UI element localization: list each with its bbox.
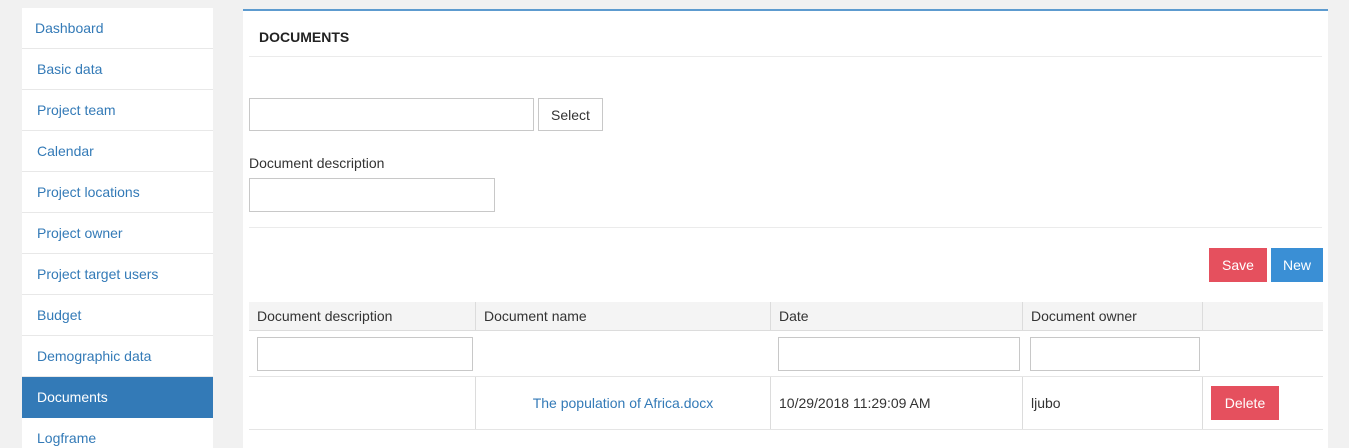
- form-divider: [249, 227, 1322, 228]
- table-row: The population of Africa.docx 10/29/2018…: [249, 377, 1323, 430]
- sidebar-item-basic-data[interactable]: Basic data: [22, 49, 213, 90]
- sidebar-item-project-locations[interactable]: Project locations: [22, 172, 213, 213]
- sidebar-item-demographic-data[interactable]: Demographic data: [22, 336, 213, 377]
- delete-button[interactable]: Delete: [1211, 386, 1279, 420]
- column-header-date[interactable]: Date: [770, 302, 1022, 330]
- file-path-input[interactable]: [249, 98, 534, 131]
- filter-description-input[interactable]: [257, 336, 473, 371]
- sidebar-item-logframe[interactable]: Logframe: [22, 418, 213, 448]
- column-header-description[interactable]: Document description: [249, 302, 475, 330]
- column-header-actions: [1202, 302, 1323, 330]
- description-label: Document description: [249, 155, 385, 171]
- filter-owner-input[interactable]: [1030, 336, 1200, 371]
- filter-cell-date: [770, 331, 1022, 376]
- row-owner: ljubo: [1022, 377, 1202, 429]
- sidebar-nav: Dashboard Basic data Project team Calend…: [22, 8, 213, 448]
- filter-cell-description: [249, 331, 475, 376]
- sidebar-item-documents[interactable]: Documents: [22, 377, 213, 418]
- page-title: DOCUMENTS: [259, 29, 350, 45]
- documents-grid: Document description Document name Date …: [249, 302, 1323, 430]
- filter-cell-name: [475, 331, 770, 376]
- row-name-cell: The population of Africa.docx: [475, 377, 770, 429]
- documents-panel: DOCUMENTS Select Document description Sa…: [243, 9, 1328, 448]
- document-description-input[interactable]: [249, 178, 495, 212]
- filter-date-input[interactable]: [778, 336, 1020, 371]
- row-date: 10/29/2018 11:29:09 AM: [770, 377, 1022, 429]
- column-header-owner[interactable]: Document owner: [1022, 302, 1202, 330]
- document-link[interactable]: The population of Africa.docx: [533, 395, 714, 411]
- filter-cell-actions: [1202, 331, 1323, 376]
- sidebar-item-dashboard[interactable]: Dashboard: [22, 8, 213, 49]
- sidebar-item-project-owner[interactable]: Project owner: [22, 213, 213, 254]
- grid-header-row: Document description Document name Date …: [249, 302, 1323, 331]
- sidebar-item-project-team[interactable]: Project team: [22, 90, 213, 131]
- sidebar-item-project-target-users[interactable]: Project target users: [22, 254, 213, 295]
- row-actions: Delete: [1202, 377, 1323, 429]
- sidebar-item-budget[interactable]: Budget: [22, 295, 213, 336]
- row-description: [249, 377, 475, 429]
- select-file-button[interactable]: Select: [538, 98, 603, 131]
- sidebar-item-calendar[interactable]: Calendar: [22, 131, 213, 172]
- new-button[interactable]: New: [1271, 248, 1323, 282]
- grid-filter-row: [249, 331, 1323, 377]
- title-divider: [249, 56, 1322, 57]
- save-button[interactable]: Save: [1209, 248, 1267, 282]
- column-header-name[interactable]: Document name: [475, 302, 770, 330]
- filter-cell-owner: [1022, 331, 1202, 376]
